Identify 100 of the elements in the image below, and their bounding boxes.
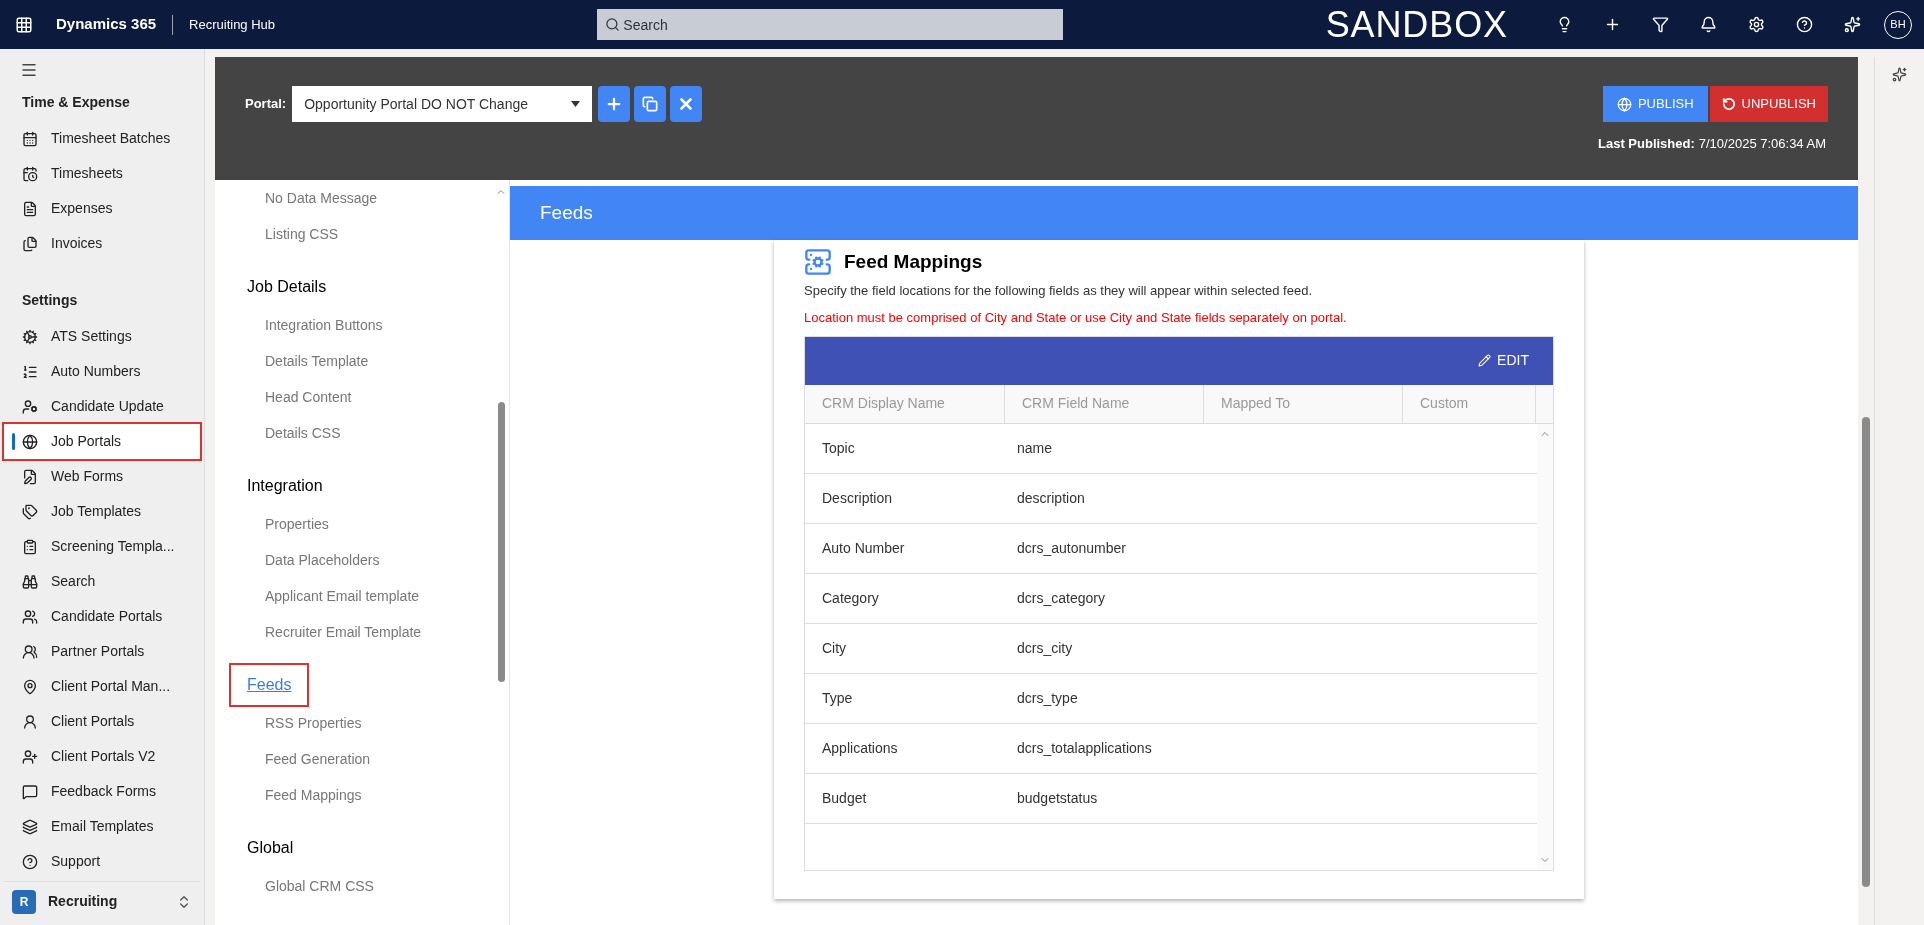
area-switcher[interactable]: R Recruiting: [4, 881, 200, 921]
table-cell-text: Applications: [821, 738, 899, 758]
sidebar-item[interactable]: Partner Portals: [12, 634, 192, 669]
nav-section-link[interactable]: Global: [231, 828, 310, 868]
person-gear-icon: [22, 398, 38, 415]
person-pin-icon: [22, 678, 38, 695]
last-published-label: Last Published:: [1598, 135, 1695, 153]
table-cell-text: Description: [821, 488, 894, 508]
nav-section-link[interactable]: Job Details: [231, 267, 343, 307]
sidebar-item[interactable]: Candidate Update: [12, 389, 192, 424]
nav-item[interactable]: Details CSS: [247, 415, 509, 451]
sidebar-item[interactable]: Job Portals: [4, 424, 200, 459]
table-cell-text: Budget: [821, 788, 868, 808]
document-icon: [22, 200, 38, 217]
sidebar-item[interactable]: Email Templates: [12, 809, 192, 844]
area-label: Recruiting: [48, 892, 119, 911]
sidebar-item[interactable]: Expenses: [12, 191, 192, 226]
undo-icon: [1721, 97, 1736, 111]
nav-item[interactable]: Global CRM CSS: [247, 868, 509, 904]
layers-icon: [22, 818, 38, 835]
nav-item[interactable]: Head Content: [247, 379, 509, 415]
table-cell-text: dcrs_category: [1016, 588, 1106, 608]
table-cell-text: Auto Number: [821, 538, 906, 558]
clipboard-icon: [22, 538, 38, 555]
sidebar-group-title: Settings: [21, 290, 79, 310]
table-cell-text: City: [821, 638, 848, 658]
scrollbar-thumb[interactable]: [498, 402, 505, 682]
add-icon[interactable]: [598, 86, 631, 122]
search-field[interactable]: Search: [597, 9, 1064, 40]
nav-item[interactable]: Listing CSS: [247, 216, 509, 252]
card-title: Feed Mappings: [844, 250, 983, 274]
table-cell-text: Category: [821, 588, 880, 608]
nav-item[interactable]: Data Placeholders: [247, 542, 509, 578]
nav-item[interactable]: Properties: [247, 506, 509, 542]
sidebar-item[interactable]: Support: [12, 844, 192, 879]
sidebar-group-title: Time & Expense: [21, 92, 131, 112]
nav-item[interactable]: Integration Buttons: [247, 307, 509, 343]
nav-item[interactable]: Feed Generation: [247, 741, 509, 777]
portal-label: Portal:: [245, 95, 287, 114]
nav-item[interactable]: Recruiter Email Template: [247, 614, 509, 650]
feedback-icon: [22, 783, 38, 800]
sidebar-item[interactable]: ATS Settings: [12, 319, 192, 354]
table-cell-text: Topic: [821, 438, 856, 458]
publish-button[interactable]: PUBLISH: [1602, 86, 1708, 122]
menu-icon[interactable]: [20, 61, 38, 79]
tag-icon: [22, 503, 38, 520]
globe-icon: [1616, 96, 1632, 112]
page-header: Feeds: [510, 186, 1858, 240]
app-name[interactable]: Dynamics 365: [48, 13, 173, 36]
people-icon: [22, 608, 38, 625]
group-icon: [22, 643, 38, 660]
sidebar-item[interactable]: Web Forms: [12, 459, 192, 494]
warning-text: Location must be comprised of City and State or use City and State fields separately on portal.: [804, 309, 1348, 327]
portal-select[interactable]: Opportunity Portal DO NOT Change: [292, 86, 593, 122]
card-description: Specify the field locations for the following fields as they will appear within selected feed.: [804, 281, 1313, 300]
numbered-list-icon: [22, 363, 38, 380]
sidebar-item[interactable]: Auto Numbers: [12, 354, 192, 389]
area-name[interactable]: Recruiting Hub: [173, 14, 276, 35]
nav-section-link[interactable]: Feeds: [231, 665, 308, 705]
document-pen-icon: [22, 468, 38, 485]
documents-icon: [22, 235, 38, 252]
nav-item[interactable]: RSS Properties: [247, 705, 509, 741]
sidebar-item[interactable]: Invoices: [12, 226, 192, 261]
table-cell-text: dcrs_city: [1016, 638, 1074, 658]
last-published-date: 7/10/2025 7:06:34 AM: [1698, 135, 1826, 153]
table-cell-text: dcrs_totalapplications: [1016, 738, 1153, 758]
table-cell-text: name: [1016, 438, 1054, 458]
sidebar-item[interactable]: Timesheets: [12, 156, 192, 191]
delete-icon[interactable]: [670, 86, 703, 122]
table-cell-text: Type: [821, 688, 854, 708]
sidebar-item[interactable]: Client Portals: [12, 704, 192, 739]
nav-item[interactable]: Feed Mappings: [247, 777, 509, 813]
sidebar-item[interactable]: Candidate Portals: [12, 599, 192, 634]
calendar-icon: [22, 130, 38, 147]
person-plus-icon: [22, 748, 38, 765]
table-cell-text: dcrs_type: [1016, 688, 1079, 708]
edit-button[interactable]: EDIT: [1478, 350, 1529, 371]
sidebar-item[interactable]: Search: [12, 564, 192, 599]
dropdown-caret-icon: [571, 101, 581, 107]
table-cell-text: description: [1016, 488, 1086, 508]
copy-icon[interactable]: [634, 86, 667, 122]
nav-item[interactable]: Applicant Email template: [247, 578, 509, 614]
sidebar-item[interactable]: Feedback Forms: [12, 774, 192, 809]
pencil-icon: [1478, 354, 1492, 367]
sidebar-item[interactable]: Timesheet Batches: [12, 121, 192, 156]
nav-section-link[interactable]: Integration: [231, 466, 339, 506]
person-icon: [22, 713, 38, 730]
sidebar-item[interactable]: Client Portals V2: [12, 739, 192, 774]
unpublish-button[interactable]: UNPUBLISH: [1709, 86, 1828, 122]
sidebar-item[interactable]: Client Portal Man...: [12, 669, 192, 704]
globe-icon: [22, 433, 38, 450]
scrollbar-thumb[interactable]: [1862, 417, 1870, 887]
sidebar-item[interactable]: Screening Templa...: [12, 529, 192, 564]
environment-label: SANDBOX: [1325, 2, 1509, 47]
help-icon: [22, 853, 38, 870]
nav-item[interactable]: No Data Message: [247, 180, 509, 216]
sparkle-icon[interactable]: [1892, 67, 1907, 82]
nav-item[interactable]: Details Template: [247, 343, 509, 379]
sidebar-item[interactable]: Job Templates: [12, 494, 192, 529]
calendar-clock-icon: [22, 165, 38, 182]
